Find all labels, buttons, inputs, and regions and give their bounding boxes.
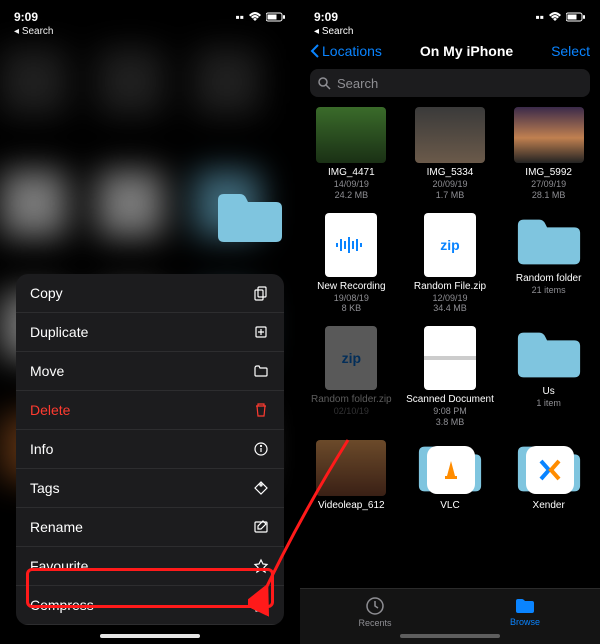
tag-icon xyxy=(252,479,270,497)
right-phone-files: 9:09 ▪▪ ◂ Search Locations On My iPhone … xyxy=(300,0,600,644)
status-icons: ▪▪ xyxy=(535,10,586,24)
home-indicator[interactable] xyxy=(400,634,500,638)
selected-folder[interactable] xyxy=(214,190,282,244)
tab-label: Recents xyxy=(358,618,391,628)
file-name: Random File.zip xyxy=(405,281,496,293)
file-name: Xender xyxy=(503,500,594,512)
chevron-left-icon xyxy=(310,44,320,58)
star-icon xyxy=(252,557,270,575)
ctx-label: Copy xyxy=(30,285,63,301)
file-meta: 9:08 PM xyxy=(405,406,496,417)
page-title: On My iPhone xyxy=(420,43,513,59)
info-icon xyxy=(252,440,270,458)
ctx-duplicate[interactable]: Duplicate xyxy=(16,313,284,352)
file-meta: 28.1 MB xyxy=(503,190,594,201)
archive-icon xyxy=(252,596,270,614)
file-name: VLC xyxy=(405,500,496,512)
file-name: Us xyxy=(503,386,594,398)
ctx-label: Rename xyxy=(30,519,83,535)
file-name: Scanned Document xyxy=(405,394,496,406)
ctx-info[interactable]: Info xyxy=(16,430,284,469)
trash-icon xyxy=(252,401,270,419)
ctx-favourite[interactable]: Favourite xyxy=(16,547,284,586)
file-meta: 14/09/19 xyxy=(306,179,397,190)
file-item[interactable]: zipRandom folder.zip02/10/19 xyxy=(304,322,399,432)
file-grid: IMG_447114/09/1924.2 MBIMG_533420/09/191… xyxy=(300,103,600,516)
file-name: Videoleap_612 xyxy=(306,500,397,512)
file-meta: 21 items xyxy=(503,285,594,296)
ctx-move[interactable]: Move xyxy=(16,352,284,391)
file-meta: 19/08/19 xyxy=(306,293,397,304)
file-meta: 20/09/19 xyxy=(405,179,496,190)
file-meta: 12/09/19 xyxy=(405,293,496,304)
tab-browse[interactable]: Browse xyxy=(450,589,600,634)
copy-icon xyxy=(252,284,270,302)
file-item[interactable]: Random folder21 items xyxy=(501,209,596,319)
nav-back-button[interactable]: Locations xyxy=(310,43,382,59)
ctx-label: Info xyxy=(30,441,53,457)
home-indicator[interactable] xyxy=(100,634,200,638)
ctx-label: Favourite xyxy=(30,558,88,574)
file-name: Random folder xyxy=(503,273,594,285)
file-meta: 34.4 MB xyxy=(405,303,496,314)
breadcrumb-back[interactable]: ◂ Search xyxy=(300,26,600,37)
ctx-label: Move xyxy=(30,363,64,379)
file-item[interactable]: Videoleap_612 xyxy=(304,436,399,516)
file-meta: 1.7 MB xyxy=(405,190,496,201)
file-meta: 27/09/19 xyxy=(503,179,594,190)
ctx-copy[interactable]: Copy xyxy=(16,274,284,313)
wifi-icon xyxy=(548,12,562,22)
navbar: Locations On My iPhone Select xyxy=(300,37,600,65)
file-name: IMG_5992 xyxy=(503,167,594,179)
file-item[interactable]: Us1 item xyxy=(501,322,596,432)
left-phone-contextmenu: 9:09 ▪▪ ◂ Search CopyDuplicateMoveDelete… xyxy=(0,0,300,644)
ctx-tags[interactable]: Tags xyxy=(16,469,284,508)
context-menu: Copy Duplicate Move Delete Info Tags Rename Fav… xyxy=(16,274,284,625)
clock-icon xyxy=(365,596,385,616)
file-meta: 24.2 MB xyxy=(306,190,397,201)
ctx-delete[interactable]: Delete xyxy=(16,391,284,430)
tab-label: Browse xyxy=(510,617,540,627)
file-item[interactable]: zipRandom File.zip12/09/1934.4 MB xyxy=(403,209,498,319)
file-item[interactable]: IMG_599227/09/1928.1 MB xyxy=(501,103,596,205)
tab-recents[interactable]: Recents xyxy=(300,589,450,634)
ctx-label: Compress xyxy=(30,597,94,613)
ctx-label: Delete xyxy=(30,402,70,418)
file-meta: 1 item xyxy=(503,398,594,409)
select-button[interactable]: Select xyxy=(551,43,590,59)
file-item[interactable]: New Recording19/08/198 KB xyxy=(304,209,399,319)
search-icon xyxy=(318,77,331,90)
file-name: IMG_4471 xyxy=(306,167,397,179)
duplicate-icon xyxy=(252,323,270,341)
file-item[interactable]: Xender xyxy=(501,436,596,516)
file-item[interactable]: VLC xyxy=(403,436,498,516)
search-placeholder: Search xyxy=(337,76,378,91)
rename-icon xyxy=(252,518,270,536)
clock: 9:09 xyxy=(314,10,338,24)
file-meta: 3.8 MB xyxy=(405,417,496,428)
file-name: Random folder.zip xyxy=(306,394,397,406)
signal-icon: ▪▪ xyxy=(535,10,544,24)
search-input[interactable]: Search xyxy=(310,69,590,97)
file-meta: 02/10/19 xyxy=(306,406,397,417)
folder-icon xyxy=(514,597,536,615)
nav-back-label: Locations xyxy=(322,43,382,59)
folder-icon xyxy=(252,362,270,380)
file-name: New Recording xyxy=(306,281,397,293)
status-bar: 9:09 ▪▪ xyxy=(300,0,600,28)
ctx-compress[interactable]: Compress xyxy=(16,586,284,625)
ctx-label: Tags xyxy=(30,480,60,496)
file-item[interactable]: Scanned Document9:08 PM3.8 MB xyxy=(403,322,498,432)
ctx-rename[interactable]: Rename xyxy=(16,508,284,547)
file-name: IMG_5334 xyxy=(405,167,496,179)
file-item[interactable]: IMG_447114/09/1924.2 MB xyxy=(304,103,399,205)
file-item[interactable]: IMG_533420/09/191.7 MB xyxy=(403,103,498,205)
battery-icon xyxy=(566,12,586,22)
file-meta: 8 KB xyxy=(306,303,397,314)
ctx-label: Duplicate xyxy=(30,324,88,340)
